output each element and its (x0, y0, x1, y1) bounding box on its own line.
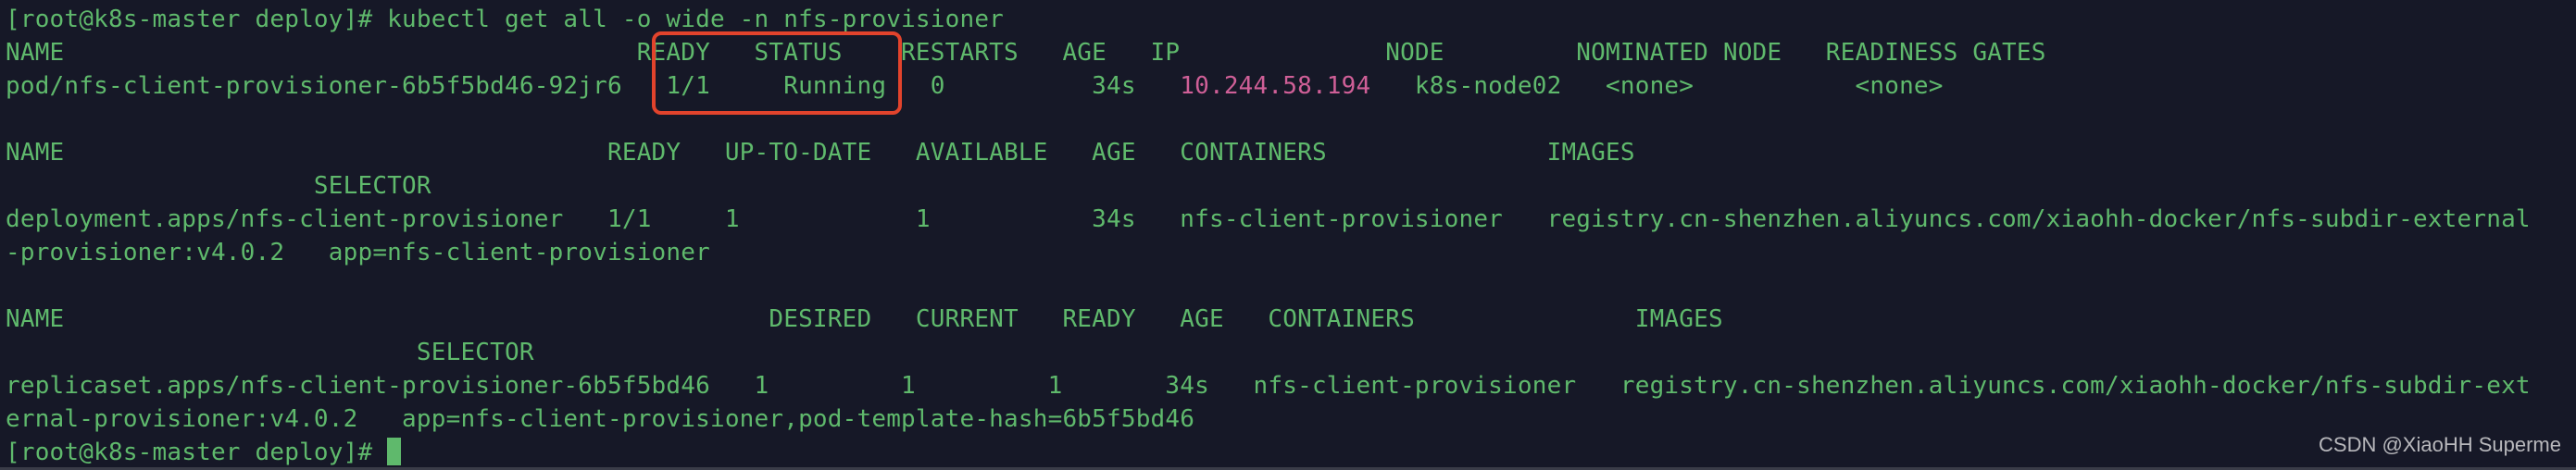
output-line: SELECTOR (6, 169, 2531, 203)
output-line: replicaset.apps/nfs-client-provisioner-6… (6, 369, 2531, 402)
output-text: [root@k8s-master deploy]# kubectl get al… (6, 6, 1005, 33)
highlight-box-ready-status (652, 31, 902, 115)
output-text: NAME READY UP-TO-DATE AVAILABLE AGE CONT… (6, 139, 1635, 167)
output-line: deployment.apps/nfs-client-provisioner 1… (6, 203, 2531, 236)
watermark: CSDN @XiaoHH Superme (2319, 433, 2561, 456)
pod-ip: 10.244.58.194 (1180, 72, 1371, 100)
prompt-line: [root@k8s-master deploy]# (6, 436, 2531, 469)
command-line: [root@k8s-master deploy]# kubectl get al… (6, 3, 2531, 36)
output-text: pod/nfs-client-provisioner-6b5f5bd46-92j… (6, 72, 1181, 100)
output-text: NAME READY STATUS RESTARTS AGE IP NODE N… (6, 39, 2046, 67)
output-line: NAME READY UP-TO-DATE AVAILABLE AGE CONT… (6, 136, 2531, 169)
output-text: SELECTOR (6, 172, 431, 200)
output-text: NAME DESIRED CURRENT READY AGE CONTAINER… (6, 305, 1723, 333)
output-line: NAME DESIRED CURRENT READY AGE CONTAINER… (6, 303, 2531, 336)
output-line: ernal-provisioner:v4.0.2 app=nfs-client-… (6, 402, 2531, 436)
cursor-block (387, 438, 402, 465)
output-line: NAME READY STATUS RESTARTS AGE IP NODE N… (6, 36, 2531, 69)
output-text: [root@k8s-master deploy]# (6, 439, 388, 466)
output-text: SELECTOR (6, 339, 534, 366)
output-text: k8s-node02 <none> <none> (1370, 72, 1944, 100)
output-text: -provisioner:v4.0.2 app=nfs-client-provi… (6, 239, 710, 266)
output-text: replicaset.apps/nfs-client-provisioner-6… (6, 372, 2531, 400)
terminal-output[interactable]: [root@k8s-master deploy]# kubectl get al… (6, 3, 2531, 469)
output-line: SELECTOR (6, 336, 2531, 369)
output-line: -provisioner:v4.0.2 app=nfs-client-provi… (6, 236, 2531, 269)
output-text: deployment.apps/nfs-client-provisioner 1… (6, 205, 2531, 233)
output-line: pod/nfs-client-provisioner-6b5f5bd46-92j… (6, 69, 2531, 103)
output-text: ernal-provisioner:v4.0.2 app=nfs-client-… (6, 405, 1195, 433)
